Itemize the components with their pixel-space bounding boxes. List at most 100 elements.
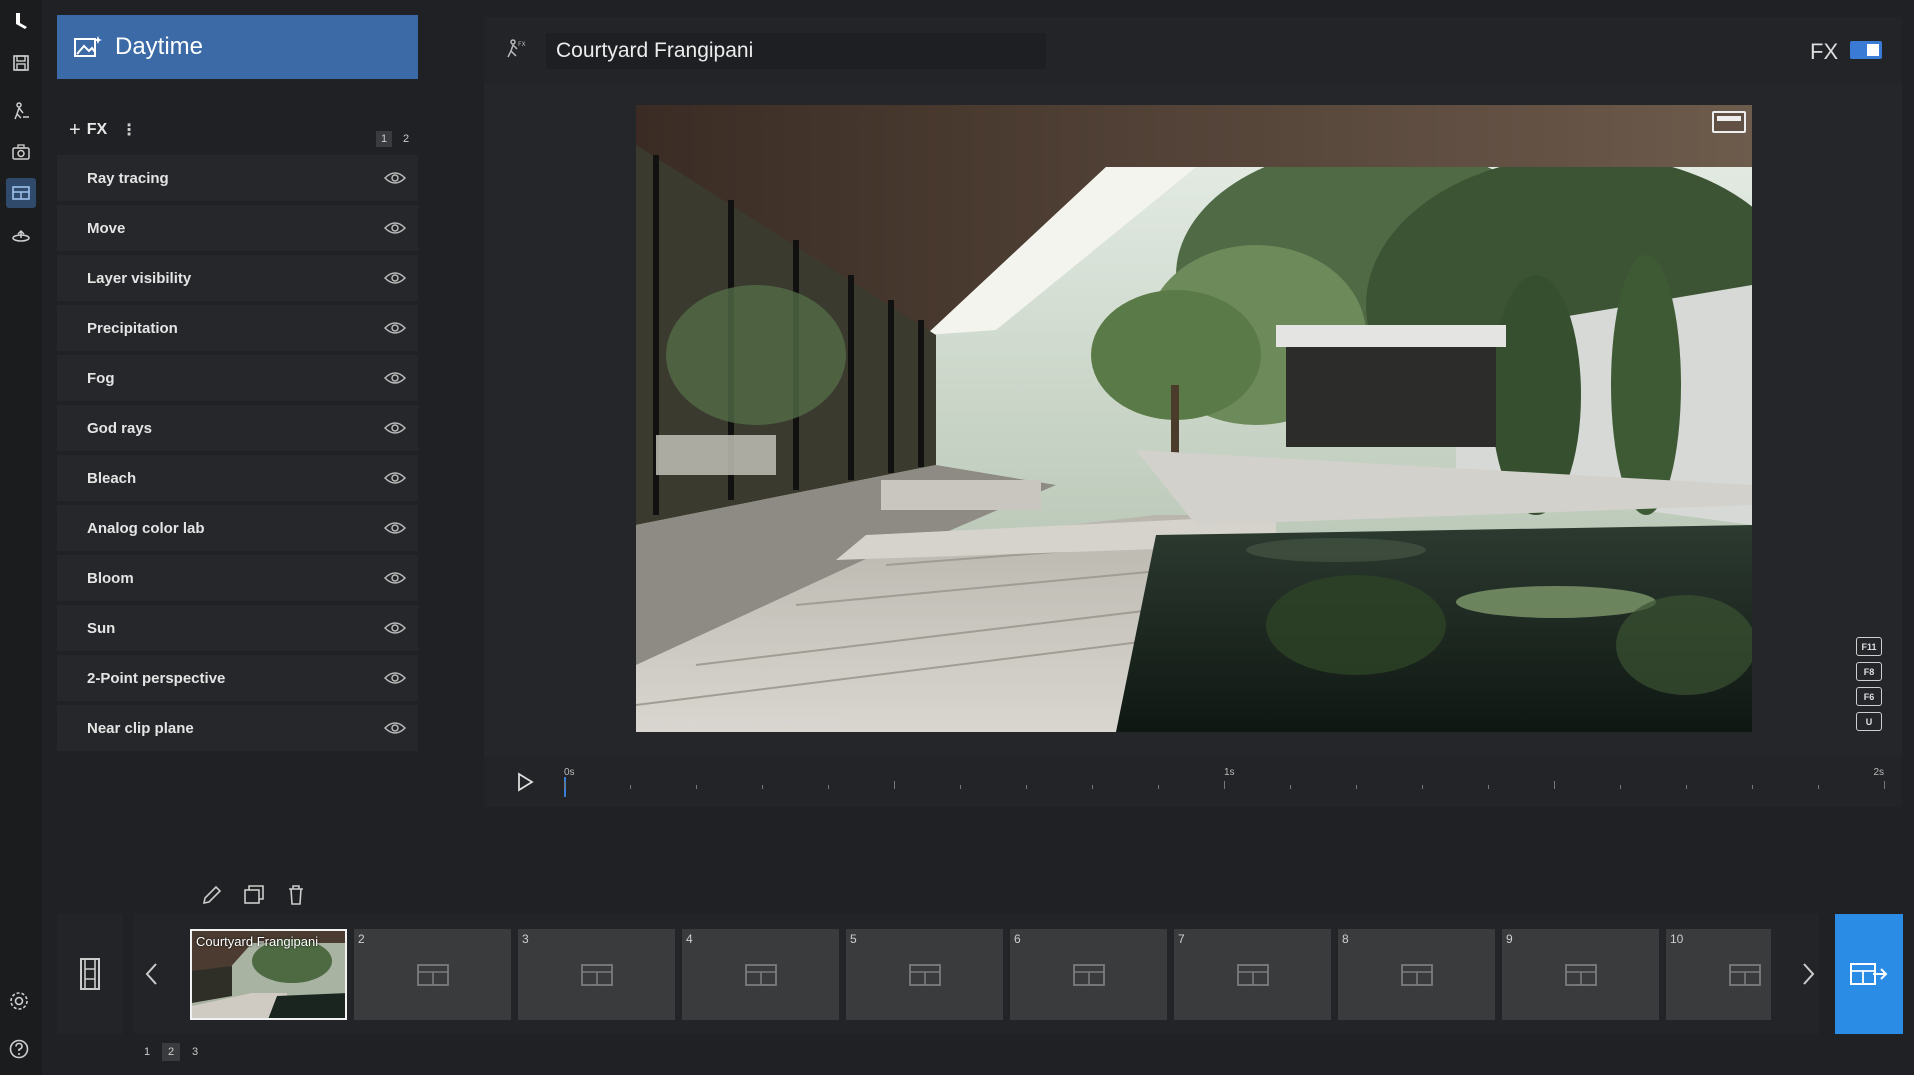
clip-slot[interactable]: 8 xyxy=(1338,929,1495,1020)
eye-icon[interactable] xyxy=(384,421,406,435)
aspect-ratio-icon[interactable] xyxy=(1712,111,1746,133)
timeline-tick xyxy=(1554,781,1555,789)
effect-title: Daytime xyxy=(115,33,204,60)
fx-page-2[interactable]: 2 xyxy=(398,131,414,147)
clip-slot[interactable]: 5 xyxy=(846,929,1003,1020)
objects-icon[interactable] xyxy=(6,96,36,126)
empty-clip-icon xyxy=(745,964,777,986)
render-video-button[interactable] xyxy=(1835,914,1903,1034)
fx-item[interactable]: God rays xyxy=(57,405,418,451)
left-toolbar xyxy=(0,0,42,1075)
eye-icon[interactable] xyxy=(384,171,406,185)
scene-fx-icon: FX xyxy=(507,39,526,58)
clip-slot[interactable]: 3 xyxy=(518,929,675,1020)
eye-icon[interactable] xyxy=(384,521,406,535)
movie-mode-icon[interactable] xyxy=(6,178,36,208)
fx-item[interactable]: Layer visibility xyxy=(57,255,418,301)
timeline-tick xyxy=(1884,781,1885,789)
clip-slot-number: 4 xyxy=(686,932,693,946)
empty-clip-icon xyxy=(1401,964,1433,986)
fx-page-1[interactable]: 1 xyxy=(376,131,392,147)
export-icon[interactable] xyxy=(6,222,36,252)
fx-item[interactable]: Move xyxy=(57,205,418,251)
settings-gear-icon[interactable] xyxy=(8,990,30,1012)
empty-clip-icon xyxy=(417,964,449,986)
more-options-icon[interactable]: ⋮ xyxy=(121,120,137,140)
clip-list: Courtyard Frangipani 2 3 4 5 6 7 8 9 10 xyxy=(134,914,1819,1034)
edit-pencil-icon[interactable] xyxy=(200,883,224,907)
film-button[interactable] xyxy=(57,914,123,1034)
fx-item-label: Analog color lab xyxy=(87,519,205,537)
fx-item[interactable]: Sun xyxy=(57,605,418,651)
scene-name-input[interactable]: Courtyard Frangipani xyxy=(546,33,1046,69)
duplicate-clip-icon[interactable] xyxy=(242,883,266,907)
timeline-tick xyxy=(696,785,697,789)
clip-thumb-1[interactable]: Courtyard Frangipani xyxy=(190,929,347,1020)
camera-icon[interactable] xyxy=(6,137,36,167)
chevron-right-icon[interactable] xyxy=(1798,959,1818,989)
hotkeys: F11 F8 F6 U xyxy=(1856,637,1886,737)
eye-icon[interactable] xyxy=(384,471,406,485)
clip-slot[interactable]: 9 xyxy=(1502,929,1659,1020)
timeline-tick xyxy=(828,785,829,789)
clip-page-3[interactable]: 3 xyxy=(186,1043,204,1061)
timeline-tick xyxy=(1026,785,1027,789)
help-icon[interactable] xyxy=(8,1038,30,1060)
clip-page-selector: 123 xyxy=(138,1043,204,1061)
eye-icon[interactable] xyxy=(384,321,406,335)
clip-slot[interactable]: 6 xyxy=(1010,929,1167,1020)
eye-icon[interactable] xyxy=(384,721,406,735)
timeline: 0s 1s 2s xyxy=(484,755,1902,807)
clip-slot[interactable]: 10 xyxy=(1666,929,1771,1020)
add-fx-button[interactable]: + FX xyxy=(69,119,107,142)
fx-bar: + FX ⋮ 1 2 xyxy=(57,115,418,147)
timeline-track[interactable]: 0s 1s 2s xyxy=(564,767,1885,797)
hotkey-f8[interactable]: F8 xyxy=(1856,662,1882,681)
fx-item[interactable]: Near clip plane xyxy=(57,705,418,751)
strip-tools xyxy=(200,880,308,910)
clip-slot[interactable]: 2 xyxy=(354,929,511,1020)
time-label-1s: 1s xyxy=(1224,767,1235,778)
time-label-2s: 2s xyxy=(1873,767,1884,778)
fx-item[interactable]: Precipitation xyxy=(57,305,418,351)
hotkey-u[interactable]: U xyxy=(1856,712,1882,731)
eye-icon[interactable] xyxy=(384,571,406,585)
save-icon[interactable] xyxy=(6,48,36,78)
eye-icon[interactable] xyxy=(384,371,406,385)
clip-slot-number: 3 xyxy=(522,932,529,946)
fx-item[interactable]: 2-Point perspective xyxy=(57,655,418,701)
chevron-left-icon[interactable] xyxy=(142,959,162,989)
empty-clip-icon xyxy=(1237,964,1269,986)
fx-item[interactable]: Bleach xyxy=(57,455,418,501)
empty-clip-icon xyxy=(1073,964,1105,986)
eye-icon[interactable] xyxy=(384,221,406,235)
timeline-tick xyxy=(1620,785,1621,789)
timeline-tick xyxy=(1488,785,1489,789)
fx-item[interactable]: Analog color lab xyxy=(57,505,418,551)
clip-page-1[interactable]: 1 xyxy=(138,1043,156,1061)
clip-page-2[interactable]: 2 xyxy=(162,1043,180,1061)
preview-viewport[interactable]: Click inside the preview window to updat… xyxy=(636,105,1752,732)
effect-title-button[interactable]: Daytime xyxy=(57,15,418,79)
eye-icon[interactable] xyxy=(384,621,406,635)
timeline-tick xyxy=(894,781,895,789)
clip-slot-number: 10 xyxy=(1670,932,1684,946)
delete-icon[interactable] xyxy=(284,883,308,907)
fx-item[interactable]: Bloom xyxy=(57,555,418,601)
eye-icon[interactable] xyxy=(384,271,406,285)
play-icon[interactable] xyxy=(514,771,536,793)
hotkey-f6[interactable]: F6 xyxy=(1856,687,1882,706)
hotkey-f11[interactable]: F11 xyxy=(1856,637,1882,656)
fx-item[interactable]: Ray tracing xyxy=(57,155,418,201)
clip-slot[interactable]: 4 xyxy=(682,929,839,1020)
clip-title: Courtyard Frangipani xyxy=(196,934,319,949)
eye-icon[interactable] xyxy=(384,671,406,685)
timeline-tick xyxy=(1158,785,1159,789)
clip-slot[interactable]: 7 xyxy=(1174,929,1331,1020)
fx-item[interactable]: Fog xyxy=(57,355,418,401)
add-fx-label: FX xyxy=(86,121,108,138)
fx-item-label: Near clip plane xyxy=(87,719,194,737)
clip-slot-number: 5 xyxy=(850,932,857,946)
fx-toggle[interactable] xyxy=(1850,41,1882,59)
preview-render xyxy=(636,105,1752,732)
